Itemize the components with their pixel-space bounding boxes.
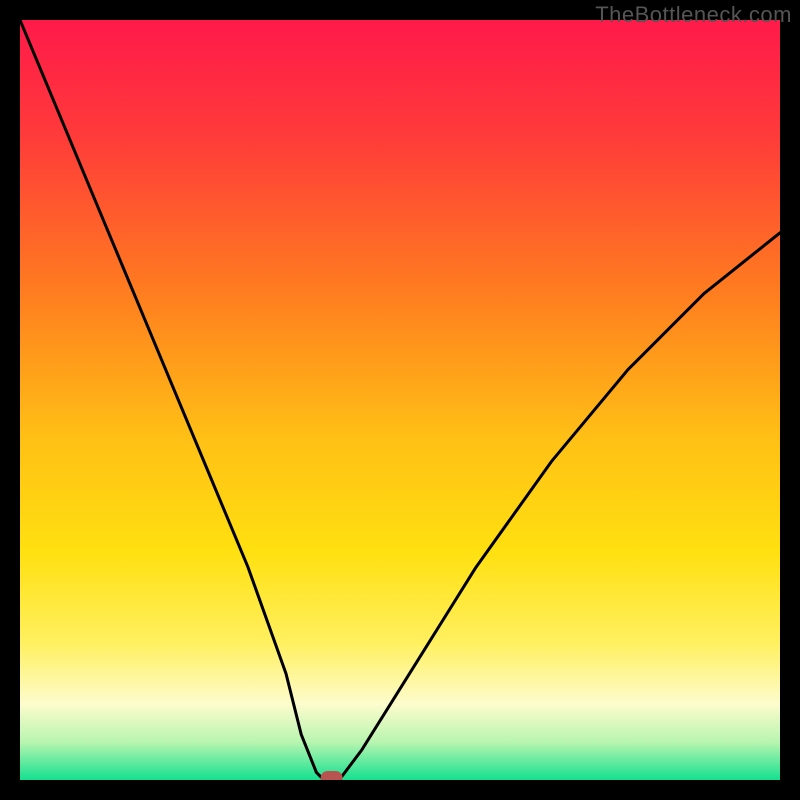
chart-svg xyxy=(20,20,780,780)
watermark-text: TheBottleneck.com xyxy=(595,2,792,28)
chart-background xyxy=(20,20,780,780)
bottleneck-chart: TheBottleneck.com xyxy=(0,0,800,800)
optimal-point-marker xyxy=(321,771,343,780)
plot-area xyxy=(20,20,780,780)
